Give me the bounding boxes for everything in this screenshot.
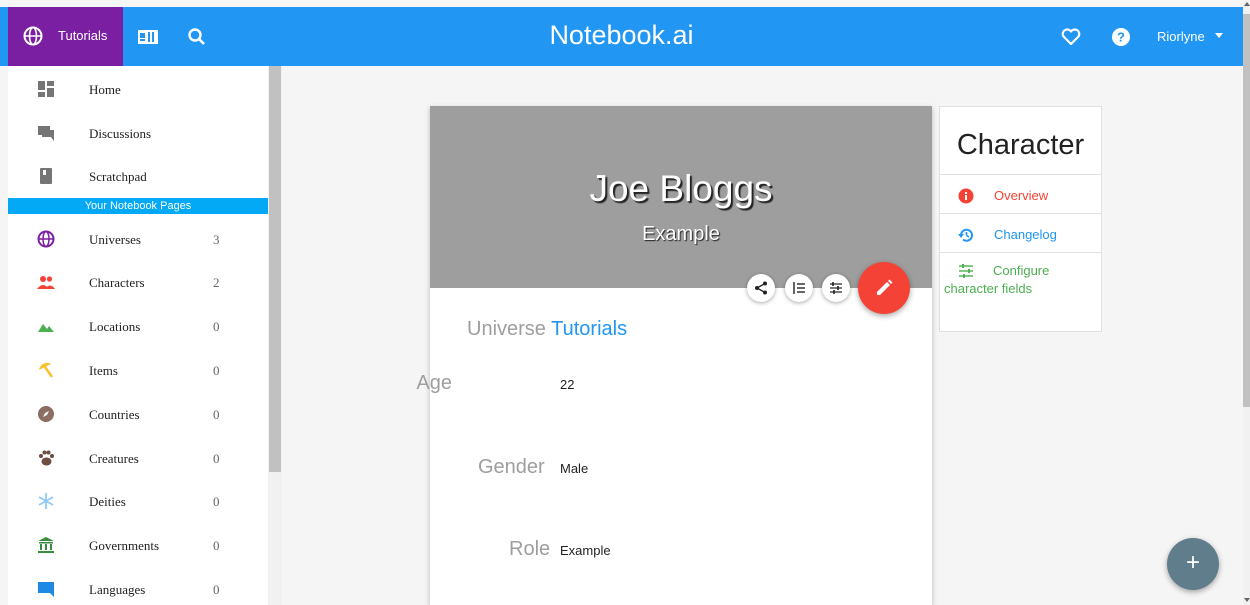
sidebar-item-label: Universes — [89, 232, 141, 247]
sidebar-item-label: Creatures — [89, 451, 139, 466]
beach-icon — [39, 362, 54, 378]
sidebar-item-count: 0 — [213, 407, 220, 422]
info-icon — [958, 188, 974, 204]
sidebar-item-count: 0 — [213, 319, 220, 334]
universe-row: Universe Tutorials — [467, 318, 627, 341]
sidebar-item-label: Deities — [89, 494, 126, 509]
field-label: Role — [509, 538, 551, 560]
character-nav-panel: Character Overview Changelog Configure c… — [939, 106, 1102, 332]
sidebar-item-count: 0 — [213, 363, 220, 378]
sidebar-item-label: Discussions — [89, 126, 152, 141]
sidebar-item-scratchpad[interactable]: Scratchpad — [8, 155, 268, 195]
bank-icon — [38, 537, 54, 553]
sidebar-item-count: 3 — [213, 232, 220, 247]
sidebar-item-languages[interactable]: Languages 0 — [8, 568, 268, 605]
sidebar-item-governments[interactable]: Governments 0 — [8, 524, 268, 564]
sidebar-item-deities[interactable]: Deities 0 — [8, 480, 268, 520]
field-label: Gender — [478, 456, 545, 478]
sidebar-item-creatures[interactable]: Creatures 0 — [8, 437, 268, 477]
sidebar-item-label: Locations — [89, 319, 141, 334]
nav-changelog-label: Changelog — [994, 227, 1057, 242]
field-value: 22 — [560, 377, 575, 392]
sidebar-item-items[interactable]: Items 0 — [8, 349, 268, 389]
sidebar-section-header: Your Notebook Pages — [8, 198, 268, 214]
sidebar-item-label: Governments — [89, 538, 160, 553]
scroll-up-arrow-icon[interactable] — [1244, 2, 1250, 6]
sidebar-item-universes[interactable]: Universes 3 — [8, 218, 268, 258]
field-value: Male — [560, 461, 589, 476]
sidebar-item-count: 0 — [213, 494, 220, 509]
sidebar-item-label: Scratchpad — [89, 169, 147, 184]
panel-title: Character — [956, 129, 1085, 161]
snowflake-icon — [38, 493, 54, 509]
field-label: Age — [416, 372, 452, 394]
nav-configure-label: Configure character fields — [944, 263, 1050, 296]
sidebar-item-home[interactable]: Home — [8, 68, 268, 108]
nav-overview[interactable]: Overview — [940, 174, 1101, 214]
nav-changelog[interactable]: Changelog — [940, 213, 1101, 253]
dashboard-icon — [38, 81, 54, 97]
share-button[interactable] — [747, 274, 775, 302]
page-scrollbar[interactable] — [1243, 0, 1250, 605]
sidebar-item-locations[interactable]: Locations 0 — [8, 305, 268, 345]
chevron-down-icon[interactable] — [1215, 33, 1223, 38]
help-icon[interactable]: ? — [1110, 26, 1132, 48]
user-menu[interactable]: Riorlyne — [1157, 29, 1205, 44]
sidebar-item-label: Items — [89, 363, 118, 378]
share-icon — [755, 281, 767, 295]
character-card: Joe Bloggs Example Universe Tutorials Ag… — [416, 106, 932, 605]
nav-configure-fields[interactable]: Configure character fields — [940, 252, 1101, 332]
pencil-icon — [877, 279, 893, 295]
tune-button[interactable] — [822, 274, 850, 302]
compass-icon — [38, 406, 54, 422]
globe-icon — [37, 230, 55, 248]
sort-icon — [793, 282, 805, 294]
paw-icon — [39, 450, 54, 466]
brand-area: Notebook.ai — [0, 20, 1243, 51]
nav-overview-label: Overview — [994, 188, 1049, 203]
field-value: Example — [560, 543, 611, 558]
scroll-down-arrow-icon[interactable] — [1244, 598, 1250, 602]
sidebar-item-label: Home — [89, 82, 121, 97]
sidebar: Home Discussions Scratchpad Your Noteboo… — [8, 66, 268, 605]
sidebar-scrollbar[interactable] — [268, 66, 282, 605]
add-button[interactable]: + — [1167, 538, 1219, 590]
people-icon — [37, 276, 55, 289]
sidebar-item-count: 0 — [213, 451, 220, 466]
reorder-button[interactable] — [785, 274, 813, 302]
heart-icon[interactable] — [1060, 26, 1082, 48]
terrain-icon — [38, 324, 54, 332]
sidebar-item-label: Characters — [89, 275, 145, 290]
history-icon — [958, 228, 973, 242]
brand-title[interactable]: Notebook.ai — [549, 20, 693, 51]
card-header: Joe Bloggs Example — [430, 106, 932, 288]
chat-icon — [38, 582, 54, 597]
svg-text:?: ? — [1117, 30, 1125, 45]
sidebar-item-countries[interactable]: Countries 0 — [8, 393, 268, 433]
sidebar-item-count: 0 — [213, 582, 220, 597]
sidebar-item-count: 0 — [213, 538, 220, 553]
sidebar-scrollbar-thumb[interactable] — [269, 66, 281, 472]
sidebar-item-characters[interactable]: Characters 2 — [8, 261, 268, 301]
character-subtitle: Example — [642, 223, 720, 245]
page: Tutorials Notebook.ai ? Riorlyne Home Di… — [0, 0, 1250, 605]
edit-button[interactable] — [858, 262, 910, 314]
universe-label: Universe — [467, 318, 546, 340]
forum-icon — [38, 126, 54, 141]
tune-icon — [830, 282, 842, 294]
character-name: Joe Bloggs — [589, 168, 773, 209]
page-scrollbar-thumb[interactable] — [1243, 14, 1250, 407]
top-navbar: Tutorials Notebook.ai ? Riorlyne — [0, 7, 1243, 66]
universe-link[interactable]: Tutorials — [551, 318, 627, 340]
sidebar-item-label: Countries — [89, 407, 140, 422]
sidebar-item-discussions[interactable]: Discussions — [8, 112, 268, 152]
sidebar-item-label: Languages — [89, 582, 146, 597]
book-icon — [40, 168, 52, 184]
sidebar-item-count: 2 — [213, 275, 220, 290]
